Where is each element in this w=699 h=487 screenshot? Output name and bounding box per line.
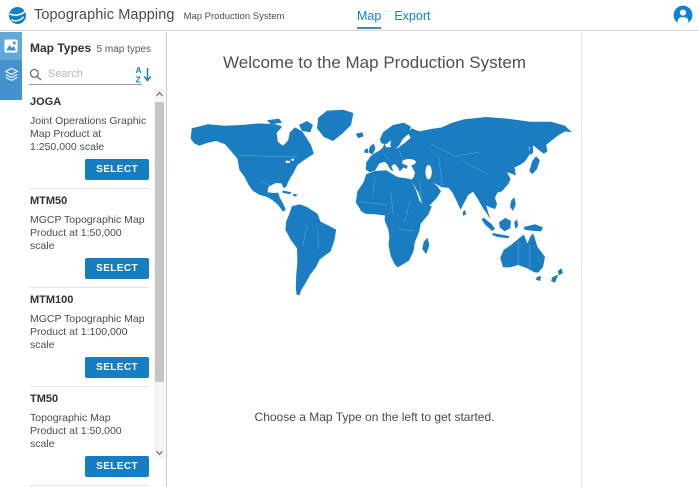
panel-title: Map Types: [30, 41, 91, 55]
chevron-up-icon[interactable]: [154, 88, 165, 100]
map-type-name: MTM50: [30, 195, 149, 208]
app-subtitle: Map Production System: [184, 11, 285, 22]
panel-header: Map Types 5 map types: [30, 41, 151, 55]
search-input[interactable]: [48, 68, 134, 80]
svg-text:A: A: [136, 65, 142, 75]
list-item: MTM100 MGCP Topographic Map Product at 1…: [30, 288, 149, 387]
rail-item-layers[interactable]: [0, 60, 22, 88]
instruction-text: Choose a Map Type on the left to get sta…: [168, 410, 581, 424]
list-item: JOGA Joint Operations Graphic Map Produc…: [30, 90, 149, 189]
app-title: Topographic Mapping: [34, 7, 175, 23]
search-icon: [29, 68, 42, 81]
layers-icon: [4, 67, 19, 82]
globe-icon: [8, 6, 27, 25]
map-type-description: Topographic Map Product at 1:50,000 scal…: [30, 412, 149, 451]
right-panel-area: [583, 32, 699, 487]
map-types-panel: Map Types 5 map types A Z JOGA Joi: [22, 32, 166, 487]
map-type-description: Joint Operations Graphic Map Product at …: [30, 115, 149, 154]
welcome-title: Welcome to the Map Production System: [168, 53, 581, 73]
scrollbar-thumb[interactable]: [155, 102, 164, 382]
svg-text:Z: Z: [136, 75, 141, 85]
tab-map[interactable]: Map: [357, 3, 381, 29]
select-button[interactable]: SELECT: [85, 159, 149, 180]
list-item: TM50 Topographic Map Product at 1:50,000…: [30, 387, 149, 486]
select-button[interactable]: SELECT: [85, 357, 149, 378]
user-icon[interactable]: [673, 5, 693, 25]
map-type-description: MGCP Topographic Map Product at 1:50,000…: [30, 214, 149, 253]
select-button[interactable]: SELECT: [85, 258, 149, 279]
sidebar-rail: [0, 32, 22, 100]
list-scrollbar[interactable]: [154, 88, 165, 459]
sort-az-icon[interactable]: A Z: [135, 65, 152, 84]
map-type-list: JOGA Joint Operations Graphic Map Produc…: [30, 90, 149, 487]
top-nav: Map Export: [357, 0, 430, 31]
map-types-icon: [4, 39, 18, 53]
map-type-name: TM50: [30, 393, 149, 406]
list-item: MTM50 MGCP Topographic Map Product at 1:…: [30, 189, 149, 288]
app-header: Topographic Mapping Map Production Syste…: [0, 0, 699, 31]
map-type-count: 5 map types: [97, 44, 151, 55]
map-type-description: MGCP Topographic Map Product at 1:100,00…: [30, 313, 149, 352]
chevron-down-icon[interactable]: [154, 447, 165, 459]
search-box: [29, 64, 142, 85]
world-map: [168, 109, 581, 297]
select-button[interactable]: SELECT: [85, 456, 149, 477]
rail-item-map-types[interactable]: [0, 32, 22, 60]
main-content: Welcome to the Map Production System: [168, 32, 582, 487]
map-type-name: MTM100: [30, 294, 149, 307]
map-production-app: Topographic Mapping Map Production Syste…: [0, 0, 699, 487]
map-type-name: JOGA: [30, 96, 149, 109]
tab-export[interactable]: Export: [394, 3, 430, 29]
sidebar: Map Types 5 map types A Z JOGA Joi: [0, 32, 167, 487]
